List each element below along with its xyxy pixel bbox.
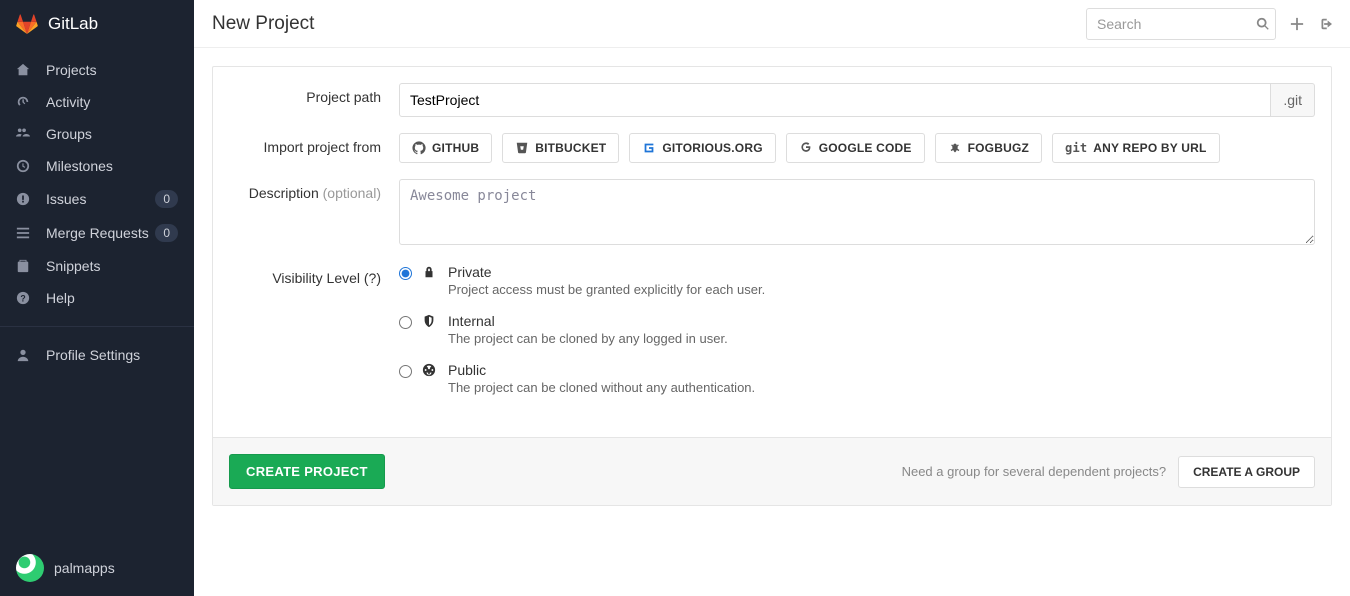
- import-row: Import project from GITHUB BITBUCKET GIT…: [229, 133, 1315, 163]
- sidebar-item-label: Snippets: [46, 258, 100, 274]
- sidebar-item-issues[interactable]: Issues 0: [0, 182, 194, 216]
- home-icon: [16, 63, 34, 77]
- sidebar-item-label: Groups: [46, 126, 92, 142]
- import-label: Import project from: [229, 133, 399, 155]
- project-path-label: Project path: [229, 83, 399, 105]
- nav-group-profile: Profile Settings: [0, 333, 194, 377]
- visibility-internal-desc: The project can be cloned by any logged …: [448, 331, 728, 346]
- lock-icon: [422, 265, 438, 279]
- sidebar-header: GitLab: [0, 0, 194, 48]
- sidebar-item-label: Help: [46, 290, 75, 306]
- mr-badge: 0: [155, 224, 178, 242]
- create-group-button[interactable]: CREATE A GROUP: [1178, 456, 1315, 488]
- sidebar-item-label: Merge Requests: [46, 225, 149, 241]
- import-bitbucket-button[interactable]: BITBUCKET: [502, 133, 619, 163]
- sidebar-item-activity[interactable]: Activity: [0, 86, 194, 118]
- card-footer: CREATE PROJECT Need a group for several …: [213, 437, 1331, 505]
- visibility-internal[interactable]: Internal The project can be cloned by an…: [399, 313, 1315, 346]
- clipboard-icon: [16, 259, 34, 273]
- visibility-internal-radio[interactable]: [399, 316, 412, 329]
- import-fogbugz-button[interactable]: FOGBUGZ: [935, 133, 1042, 163]
- sidebar-item-milestones[interactable]: Milestones: [0, 150, 194, 182]
- gitorious-icon: [642, 141, 656, 155]
- project-path-row: Project path .git: [229, 83, 1315, 117]
- gitlab-logo-icon: [16, 14, 48, 34]
- user-icon: [16, 348, 34, 362]
- bug-icon: [948, 141, 962, 155]
- visibility-private-desc: Project access must be granted explicitl…: [448, 282, 765, 297]
- main: New Project Project path: [194, 0, 1350, 596]
- visibility-private-title: Private: [448, 264, 765, 280]
- sidebar-item-label: Issues: [46, 191, 86, 207]
- google-icon: [799, 141, 813, 155]
- project-path-suffix: .git: [1271, 83, 1315, 117]
- sidebar-item-groups[interactable]: Groups: [0, 118, 194, 150]
- brand-name: GitLab: [48, 14, 98, 34]
- clock-icon: [16, 159, 34, 173]
- description-row: Description (optional): [229, 179, 1315, 248]
- sidebar-footer: palmapps: [0, 544, 194, 596]
- git-icon: git: [1065, 141, 1087, 155]
- visibility-public-desc: The project can be cloned without any au…: [448, 380, 755, 395]
- page-title: New Project: [212, 13, 314, 35]
- dashboard-icon: [16, 95, 34, 109]
- visibility-public-title: Public: [448, 362, 755, 378]
- search-input[interactable]: [1086, 8, 1276, 40]
- sidebar-item-label: Milestones: [46, 158, 113, 174]
- question-icon: ?: [16, 291, 34, 305]
- import-gitorious-button[interactable]: GITORIOUS.ORG: [629, 133, 775, 163]
- bitbucket-icon: [515, 141, 529, 155]
- search-icon[interactable]: [1256, 17, 1270, 31]
- search-wrap: [1086, 8, 1276, 40]
- sidebar-item-label: Activity: [46, 94, 90, 110]
- shield-icon: [422, 314, 438, 328]
- sidebar: GitLab Projects Activity Groups Mileston…: [0, 0, 194, 596]
- user-avatar[interactable]: [16, 554, 44, 582]
- description-textarea[interactable]: [399, 179, 1315, 245]
- import-url-button[interactable]: gitANY REPO BY URL: [1052, 133, 1220, 163]
- import-github-button[interactable]: GITHUB: [399, 133, 492, 163]
- sign-out-icon[interactable]: [1318, 17, 1332, 31]
- svg-text:?: ?: [20, 294, 25, 304]
- sidebar-item-projects[interactable]: Projects: [0, 54, 194, 86]
- visibility-label: Visibility Level (?): [229, 264, 399, 286]
- create-project-button[interactable]: CREATE PROJECT: [229, 454, 385, 489]
- sidebar-item-merge-requests[interactable]: Merge Requests 0: [0, 216, 194, 250]
- visibility-private[interactable]: Private Project access must be granted e…: [399, 264, 1315, 297]
- sidebar-item-profile-settings[interactable]: Profile Settings: [0, 339, 194, 371]
- sidebar-item-snippets[interactable]: Snippets: [0, 250, 194, 282]
- visibility-private-radio[interactable]: [399, 267, 412, 280]
- visibility-row: Visibility Level (?) Private Project acc…: [229, 264, 1315, 411]
- sidebar-divider: [0, 326, 194, 327]
- visibility-public[interactable]: Public The project can be cloned without…: [399, 362, 1315, 395]
- tasks-icon: [16, 226, 34, 240]
- topbar: New Project: [194, 0, 1350, 48]
- group-icon: [16, 127, 34, 141]
- sidebar-item-label: Profile Settings: [46, 347, 140, 363]
- description-label: Description (optional): [229, 179, 399, 201]
- new-project-card: Project path .git Import project from: [212, 66, 1332, 506]
- exclamation-icon: [16, 192, 34, 206]
- group-hint: Need a group for several dependent proje…: [902, 464, 1167, 479]
- project-path-input[interactable]: [399, 83, 1271, 117]
- sidebar-item-help[interactable]: ? Help: [0, 282, 194, 314]
- username[interactable]: palmapps: [54, 560, 115, 576]
- visibility-public-radio[interactable]: [399, 365, 412, 378]
- github-icon: [412, 141, 426, 155]
- visibility-internal-title: Internal: [448, 313, 728, 329]
- import-googlecode-button[interactable]: GOOGLE CODE: [786, 133, 925, 163]
- nav-group-main: Projects Activity Groups Milestones Issu…: [0, 48, 194, 320]
- globe-icon: [422, 363, 438, 377]
- sidebar-item-label: Projects: [46, 62, 97, 78]
- plus-icon[interactable]: [1290, 17, 1304, 31]
- content: Project path .git Import project from: [194, 48, 1350, 524]
- issues-badge: 0: [155, 190, 178, 208]
